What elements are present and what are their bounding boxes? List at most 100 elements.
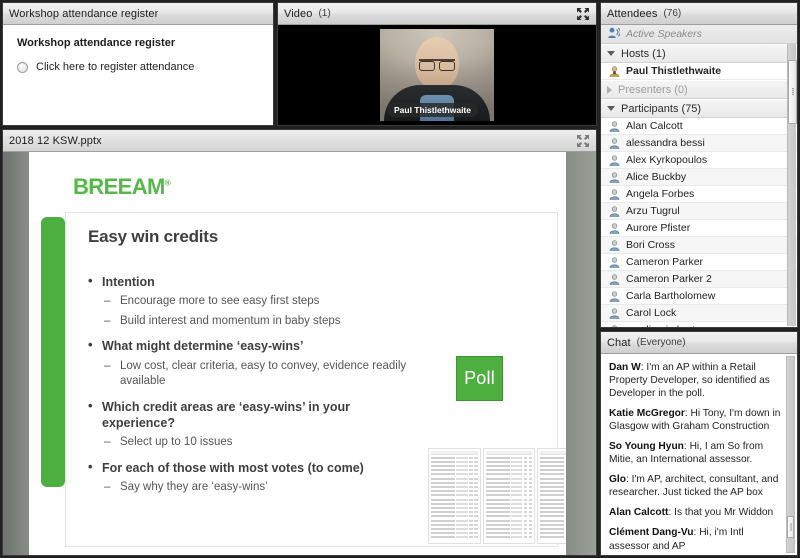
attendees-group-hosts[interactable]: Hosts (1) [601,44,797,63]
attendee-row[interactable]: Alice Buckby [601,169,797,186]
attendee-row[interactable]: Aurore Pfister [601,220,797,237]
participant-person-icon [609,154,620,166]
table-image-column [428,448,481,544]
slide-bullet: What might determine ‘easy-wins’ [88,337,426,354]
table-image-header [540,451,566,455]
attendee-name: Alex Kyrkopoulos [626,154,708,166]
video-tile[interactable]: Paul Thistlethwaite [380,29,494,121]
attendee-row[interactable]: Cameron Parker 2 [601,271,797,288]
attendee-row[interactable]: alessandra bessi [601,135,797,152]
table-image-row [485,456,533,459]
fullscreen-expand-icon[interactable] [576,7,590,21]
attendee-row[interactable]: Carla Bartholomew [601,288,797,305]
slide-subbullet: Encourage more to see easy first steps [88,294,426,310]
table-image-header [485,451,533,455]
table-image-row [540,481,566,484]
attendee-row-host[interactable]: Paul Thistlethwaite [601,63,797,80]
table-image-row [485,502,533,505]
participant-person-icon [609,205,620,217]
attendee-row[interactable]: Angela Forbes [601,186,797,203]
attendee-row[interactable]: Carol Lock [601,305,797,322]
attendees-group-label: Presenters (0) [618,83,688,96]
chat-message: Clément Dang-Vu: Hi, i'm Intl assessor a… [609,527,744,552]
attendees-list[interactable]: Hosts (1) Paul Thistlethwaite Presenters… [601,44,797,327]
participant-person-icon [609,171,620,183]
share-slide-pod-header: 2018 12 KSW.pptx [3,130,596,152]
table-image-row [485,473,533,476]
table-image-row [431,473,478,476]
attendee-name: Carla Bartholomew [626,290,716,302]
attendee-row[interactable]: Bori Cross [601,237,797,254]
active-speakers-row[interactable]: Active Speakers [601,25,797,44]
table-image-row [485,469,533,472]
chat-pod-scope: (Everyone) [636,337,686,348]
attendee-row[interactable]: caroline imbert [601,322,797,327]
chat-sender: Katie McGregor [609,408,685,420]
participant-person-icon [609,137,620,149]
attendees-scrollbar-thumb[interactable] [788,60,797,124]
participant-person-icon [609,290,620,302]
register-heading: Workshop attendance register [17,37,176,49]
attendee-name: Cameron Parker [626,256,704,268]
attendees-group-presenters[interactable]: Presenters (0) [601,80,797,99]
table-image-row [431,502,478,505]
attendees-pod-count: (76) [663,8,682,19]
chat-pod-body: Dan W: I'm an AP within a Retail Propert… [601,354,797,555]
video-pod-title: Video [284,7,313,20]
register-option-row[interactable]: Click here to register attendance [3,49,273,73]
radio-unselected-icon[interactable] [17,61,28,73]
chevron-right-icon[interactable] [607,85,612,94]
registered-mark: ® [164,178,171,188]
slide-bullet: Intention [88,273,426,290]
slide-canvas[interactable]: BREEAM® Easy win credits Intention Encou… [29,152,566,555]
chevron-down-icon[interactable] [607,51,615,56]
video-pod-body: Paul Thistlethwaite [278,25,596,125]
attendees-group-participants[interactable]: Participants (75) [601,99,797,118]
chat-text: Is that you Mr Widdon [674,507,774,519]
table-image-row [485,506,533,509]
breeam-logo-text: BREEAM [73,174,165,199]
chat-message-list[interactable]: Dan W: I'm an AP within a Retail Propert… [603,356,786,553]
chat-message: Katie McGregor: Hi Tony, I'm down in Gla… [609,408,781,433]
chat-scrollbar-thumb[interactable] [787,516,794,538]
table-image-row [431,481,478,484]
participant-person-icon [609,273,620,285]
attendees-scrollbar[interactable] [787,44,797,326]
table-image-row [540,519,566,522]
chat-pod: Chat (Everyone) Dan W: I'm an AP within … [600,331,798,556]
table-image-row [540,494,566,497]
chat-message: So Young Hyun: Hi, I am So from Mitie, a… [609,441,764,466]
table-image-row [431,498,478,501]
table-image-row [431,486,478,489]
attendee-name: Bori Cross [626,239,676,251]
table-image-row [431,490,478,493]
table-image-row [485,511,533,514]
attendee-row[interactable]: Cameron Parker [601,254,797,271]
table-image-row [431,511,478,514]
table-image-row [540,498,566,501]
participant-person-icon [609,307,620,319]
chat-scrollbar[interactable] [786,356,795,553]
attendee-name: Cameron Parker 2 [626,273,712,285]
glasses-icon [419,59,455,71]
table-image-row [431,465,478,468]
chevron-down-icon[interactable] [607,106,615,111]
fullscreen-expand-icon[interactable] [576,134,590,148]
slide-subbullet: Low cost, clear criteria, easy to convey… [88,359,426,390]
register-option-label: Click here to register attendance [36,61,195,73]
attendee-name: Carol Lock [626,307,677,319]
attendee-name: Paul Thistlethwaite [626,65,722,77]
attendee-row[interactable]: Alan Calcott [601,118,797,135]
attendee-row[interactable]: Alex Kyrkopoulos [601,152,797,169]
table-image-row [485,519,533,522]
table-image-row [431,456,478,459]
video-pod: Video (1) Paul Thistlethwaite [277,2,597,126]
slide-bullet: Which credit areas are ‘easy-wins’ in yo… [88,398,426,432]
chat-message: Glo: I'm AP, architect, consultant, and … [609,474,779,499]
attendee-name: Alice Buckby [626,171,687,183]
table-image-row [485,515,533,518]
breeam-logo: BREEAM® [73,174,171,200]
attendee-row[interactable]: Arzu Tugrul [601,203,797,220]
table-image-row [540,536,566,539]
attendee-name: Aurore Pfister [626,222,691,234]
